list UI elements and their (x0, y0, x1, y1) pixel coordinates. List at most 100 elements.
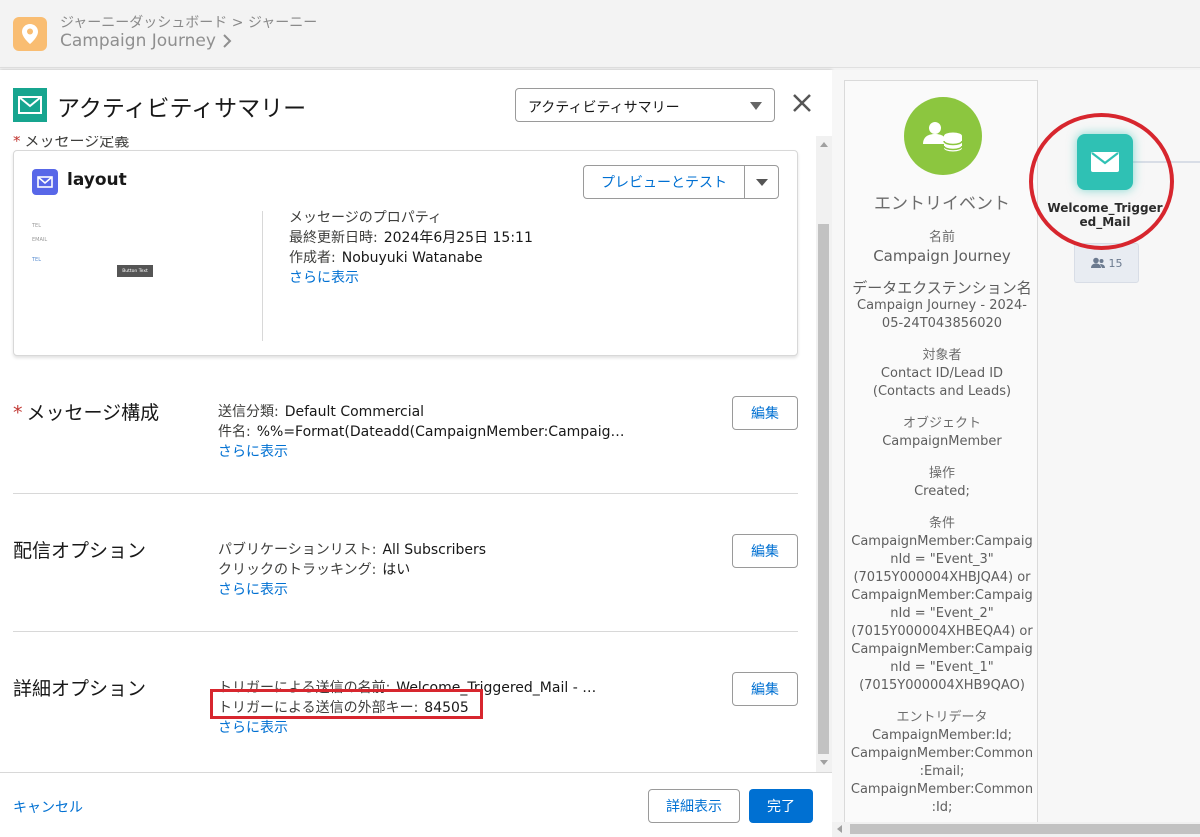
chevron-down-icon (756, 179, 768, 186)
updated-row: 最終更新日時: 2024年6月25日 15:11 (289, 230, 533, 246)
condition-line: (7015Y000004XHB9QAO) (859, 678, 1025, 693)
modal-header: アクティビティサマリー アクティビティサマリー (0, 70, 832, 136)
modal-title: アクティビティサマリー (57, 96, 307, 122)
breadcrumb-journey[interactable]: ジャーニー (248, 15, 317, 31)
show-more-link[interactable]: さらに表示 (218, 580, 486, 600)
preview-test-button[interactable]: プレビューとテスト (583, 165, 745, 199)
section-title: 配信オプション (13, 540, 147, 562)
thumb-button: Button Text (117, 265, 153, 277)
message-name: layout (67, 170, 127, 190)
condition-line: CampaignMember:Campaig (851, 642, 1033, 657)
section-body: パブリケーションリスト: All Subscribers クリックのトラッキング:… (218, 540, 486, 600)
map-pin-icon (13, 17, 47, 51)
condition-line: nId = "Event_2" (890, 606, 994, 621)
condition-line: CampaignMember:Campaig (851, 534, 1033, 549)
properties-heading: メッセージのプロパティ (289, 210, 442, 226)
email-icon (32, 169, 58, 195)
de-value: Campaign Journey - 2024- (857, 298, 1027, 313)
message-definition-label: * メッセージ定義 (13, 136, 130, 150)
preview-menu-button[interactable] (744, 165, 779, 199)
edit-button[interactable]: 編集 (732, 396, 798, 430)
object-value: CampaignMember (882, 434, 1002, 449)
thumb-text: TEL (32, 223, 41, 229)
horizontal-scrollbar[interactable] (832, 822, 1200, 837)
scroll-down-icon[interactable] (820, 760, 828, 765)
close-icon[interactable] (791, 92, 813, 114)
people-icon (1090, 257, 1105, 268)
page-title: Campaign Journey (60, 31, 232, 51)
email-activity-icon (13, 88, 47, 122)
target-label: 対象者 (922, 348, 962, 363)
vertical-scrollbar[interactable] (816, 136, 832, 772)
top-bar: ジャーニーダッシュボード > ジャーニー Campaign Journey (0, 0, 1200, 68)
publication-list-row: パブリケーションリスト: All Subscribers (218, 542, 487, 558)
edit-button[interactable]: 編集 (732, 534, 798, 568)
message-properties: メッセージのプロパティ 最終更新日時: 2024年6月25日 15:11 作成者:… (289, 208, 533, 288)
cancel-button[interactable]: キャンセル (13, 797, 83, 817)
entry-data-line: CampaignMember:Common (850, 746, 1034, 761)
send-class-row: 送信分類: Default Commercial (218, 404, 425, 420)
condition-line: nId = "Event_3" (890, 552, 994, 567)
condition-line: CampaignMember:Campaig (851, 588, 1033, 603)
node-highlight-circle (1029, 113, 1174, 250)
view-select-value: アクティビティサマリー (528, 100, 680, 116)
chevron-down-icon (750, 102, 762, 110)
condition-line: (7015Y000004XHBJQA4) or (853, 570, 1031, 585)
name-label: 名前 (928, 230, 955, 245)
scroll-left-icon[interactable] (837, 825, 842, 833)
condition-label: 条件 (928, 516, 955, 531)
entry-data-line: CampaignMember:Common (850, 782, 1034, 797)
contact-count: 15 (1108, 256, 1123, 270)
done-button[interactable]: 完了 (749, 789, 813, 823)
name-value: Campaign Journey (873, 247, 1011, 265)
detail-view-button[interactable]: 詳細表示 (648, 789, 740, 823)
de-value: 05-24T043856020 (881, 316, 1003, 331)
show-more-link[interactable]: さらに表示 (218, 718, 596, 738)
activity-summary-modal: アクティビティサマリー アクティビティサマリー * メッセージ定義 layout … (0, 70, 832, 837)
entry-source-icon (904, 97, 982, 175)
operation-value: Created; (914, 484, 970, 499)
section-divider (13, 631, 798, 632)
show-more-link[interactable]: さらに表示 (289, 268, 533, 288)
section-body: 送信分類: Default Commercial 件名: %%=Format(Dat… (218, 402, 625, 462)
operation-label: 操作 (928, 466, 955, 481)
message-thumbnail: TEL EMAIL TEL Button Text (32, 223, 252, 303)
breadcrumb: ジャーニーダッシュボード > ジャーニー (60, 12, 317, 32)
breadcrumb-separator: > (231, 15, 244, 31)
entry-data-line: CampaignMember:Id; (871, 728, 1013, 743)
condition-line: nId = "Event_1" (890, 660, 994, 675)
edit-button[interactable]: 編集 (732, 672, 798, 706)
message-config-section: * メッセージ構成 送信分類: Default Commercial 件名: %%=F… (13, 396, 798, 536)
thumb-text: EMAIL (32, 237, 48, 243)
target-value: Contact ID/Lead ID (880, 366, 1004, 381)
modal-footer: キャンセル 詳細表示 完了 (0, 772, 832, 837)
click-tracking-row: クリックのトラッキング: はい (218, 562, 411, 578)
view-select[interactable]: アクティビティサマリー (515, 88, 775, 122)
thumb-text: TEL (32, 257, 41, 263)
modal-body[interactable]: * メッセージ定義 layout プレビューとテスト TEL EMAIL TEL … (0, 136, 816, 772)
journey-name: Campaign Journey (60, 31, 216, 51)
author-row: 作成者: Nobuyuki Watanabe (289, 250, 483, 266)
section-divider (13, 493, 798, 494)
external-key-highlight (210, 689, 483, 719)
entry-event-title: エントリイベント (874, 194, 1010, 214)
show-more-link[interactable]: さらに表示 (218, 442, 625, 462)
scrollbar-thumb[interactable] (850, 824, 1200, 834)
scroll-up-icon[interactable] (820, 142, 828, 147)
entry-event-details: 名前 Campaign Journey データエクステンション名 Campaig… (845, 229, 1037, 817)
condition-line: (7015Y000004XHBEQA4) or (851, 624, 1033, 639)
entry-event-panel[interactable]: エントリイベント 名前 Campaign Journey データエクステンション… (844, 80, 1038, 837)
section-title: 詳細オプション (13, 678, 147, 700)
scrollbar-thumb[interactable] (818, 224, 829, 754)
entry-data-label: エントリデータ (896, 710, 988, 725)
divider (262, 211, 263, 341)
delivery-options-section: 配信オプション パブリケーションリスト: All Subscribers クリック… (13, 534, 798, 674)
subject-row: 件名: %%=Format(Dateadd(CampaignMember:Camp… (218, 424, 625, 440)
breadcrumb-dashboard-link[interactable]: ジャーニーダッシュボード (60, 15, 227, 31)
chevron-right-icon[interactable] (222, 34, 232, 48)
entry-data-line: :Id; (931, 800, 953, 815)
entry-data-line: :Email; (919, 764, 965, 779)
de-label: データエクステンション名 (852, 279, 1032, 297)
object-label: オブジェクト (902, 416, 981, 431)
message-card: layout プレビューとテスト TEL EMAIL TEL Button Te… (13, 150, 798, 356)
